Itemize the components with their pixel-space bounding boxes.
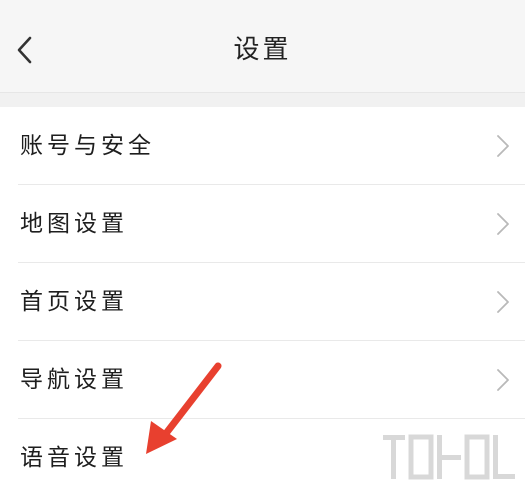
settings-item-label: 地图设置 — [20, 211, 128, 237]
section-divider — [0, 93, 525, 107]
settings-item-map[interactable]: 地图设置 — [18, 185, 525, 263]
chevron-right-icon — [497, 291, 509, 313]
settings-item-label: 首页设置 — [20, 289, 128, 315]
settings-item-label: 语音设置 — [20, 445, 128, 471]
settings-item-home[interactable]: 首页设置 — [18, 263, 525, 341]
page-title: 设置 — [233, 35, 292, 65]
chevron-right-icon — [497, 213, 509, 235]
settings-item-navigation[interactable]: 导航设置 — [18, 341, 525, 419]
settings-item-voice[interactable]: 语音设置 — [18, 419, 525, 496]
settings-item-account-security[interactable]: 账号与安全 — [18, 107, 525, 185]
chevron-right-icon — [497, 369, 509, 391]
settings-list: 账号与安全 地图设置 首页设置 导航设置 语音设置 — [0, 107, 525, 496]
settings-item-label: 账号与安全 — [20, 133, 155, 159]
top-bar: 设置 — [0, 0, 525, 93]
settings-item-label: 导航设置 — [20, 367, 128, 393]
chevron-right-icon — [497, 135, 509, 157]
